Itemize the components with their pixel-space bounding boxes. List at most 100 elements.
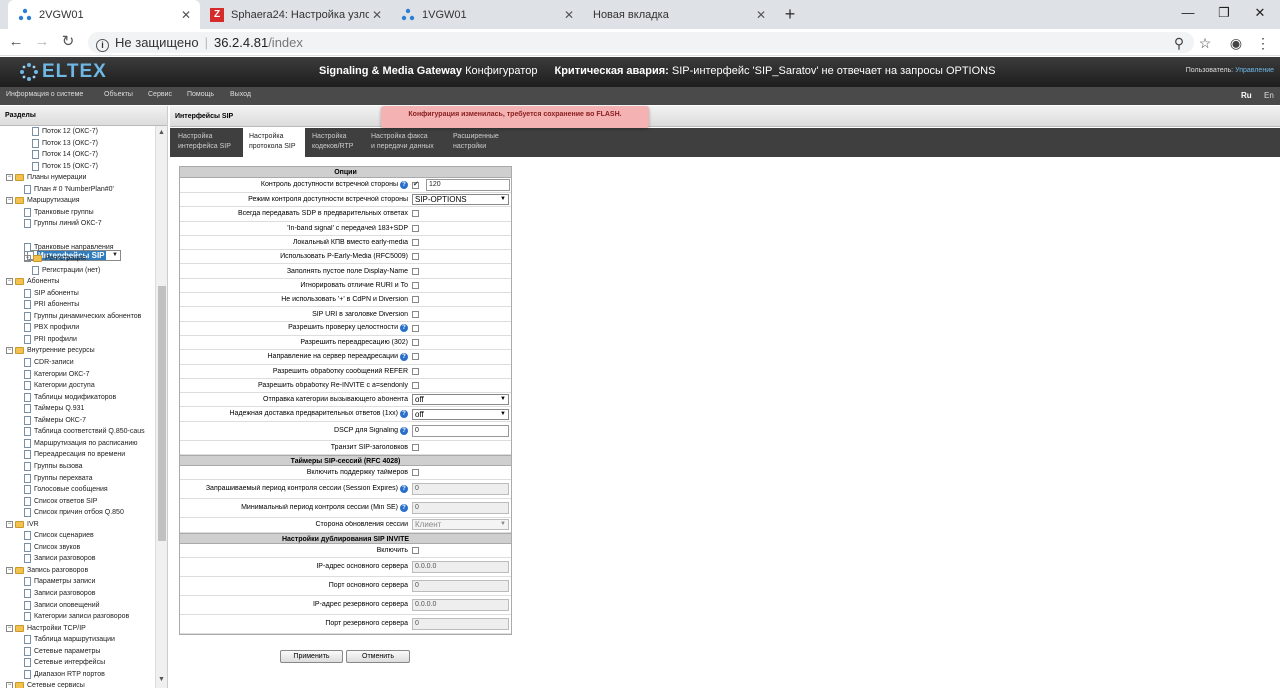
tree-item[interactable]: Группы линий ОКС-7 — [24, 218, 102, 229]
menu-dots-icon[interactable]: ⋮ — [1253, 33, 1273, 53]
text-input[interactable]: 0.0.0.0 — [412, 598, 509, 611]
select-dropdown[interactable]: Клиент — [412, 519, 509, 531]
checkbox[interactable] — [412, 367, 419, 375]
tree-item[interactable]: Таймеры Q.931 — [24, 403, 84, 414]
tree-item[interactable]: Транковые группы — [24, 207, 94, 218]
checkbox[interactable] — [412, 443, 419, 451]
user-name[interactable]: Управление — [1235, 67, 1274, 74]
close-icon[interactable]: ✕ — [178, 8, 194, 22]
select-dropdown[interactable]: off — [412, 394, 509, 406]
scrollbar-thumb[interactable] — [158, 286, 166, 541]
apply-button[interactable]: Применить — [280, 650, 343, 663]
tree-item[interactable]: Поток 15 (ОКС-7) — [32, 161, 98, 172]
tree-item[interactable]: План # 0 'NumberPlan#0' — [24, 184, 114, 195]
tree-item[interactable]: Транковые направления — [24, 242, 114, 253]
checkbox[interactable] — [412, 310, 419, 318]
tree-item[interactable]: PRI абоненты — [24, 299, 79, 310]
tree-item[interactable]: Записи разговоров — [24, 553, 95, 564]
menu-item-objects[interactable]: Объекты — [104, 91, 133, 98]
help-icon[interactable]: ? — [400, 181, 408, 189]
star-icon[interactable]: ☆ — [1195, 33, 1215, 53]
checkbox[interactable] — [412, 180, 419, 189]
select-dropdown[interactable]: off — [412, 408, 509, 420]
tree-item[interactable]: Список причин отбоя Q.850 — [24, 507, 124, 518]
tree-item[interactable]: Категории доступа — [24, 380, 95, 391]
checkbox[interactable] — [412, 339, 419, 347]
tree-folder[interactable]: − Абоненты — [6, 276, 59, 287]
tree-item[interactable]: Таймеры ОКС-7 — [24, 415, 86, 426]
tree-folder[interactable]: − Настройки TCP/IP — [6, 623, 86, 634]
menu-item-system-info[interactable]: Информация о системе — [6, 91, 83, 98]
collapse-icon[interactable]: − — [6, 197, 13, 205]
tree-item[interactable]: Таблица соответствий Q.850-caus — [24, 426, 145, 437]
checkbox[interactable] — [412, 353, 419, 361]
tree-item[interactable]: Сетевые параметры — [24, 646, 100, 657]
help-icon[interactable]: ? — [400, 485, 408, 494]
tree-item[interactable]: Список сценариев — [24, 530, 94, 541]
checkbox[interactable] — [412, 281, 419, 289]
tree-item[interactable]: Таблица маршрутизации — [24, 634, 115, 645]
browser-tab-new[interactable]: Новая вкладка ✕ — [583, 0, 775, 29]
tree-item[interactable]: Записи разговоров — [24, 588, 95, 599]
text-input[interactable]: 0 — [412, 483, 509, 496]
help-icon[interactable]: ? — [400, 426, 408, 435]
collapse-icon[interactable]: − — [6, 624, 13, 632]
checkbox[interactable] — [412, 469, 419, 477]
tab-advanced[interactable]: Расширенные настройки — [447, 128, 511, 157]
help-icon[interactable]: ? — [400, 504, 408, 513]
browser-tab-sphaera[interactable]: Z Sphaera24: Настройка узлов сет ✕ — [200, 0, 391, 29]
help-icon[interactable]: ? — [400, 352, 408, 361]
tree-folder[interactable]: − Планы нумерации — [6, 172, 86, 183]
tree-item[interactable]: PRI профили — [24, 334, 77, 345]
browser-tab-2vgw01[interactable]: 2VGW01 ✕ — [8, 0, 200, 29]
collapse-icon[interactable]: − — [6, 347, 13, 355]
tab-fax-data[interactable]: Настройка факса и передачи данных — [365, 128, 447, 157]
collapse-icon[interactable]: − — [6, 278, 13, 286]
tree-item[interactable]: Диапазон RTP портов — [24, 669, 105, 680]
tree-folder[interactable]: − IVR — [6, 519, 39, 530]
tree-item[interactable]: Группы перехвата — [24, 473, 93, 484]
tree-item[interactable]: SIP абоненты — [24, 288, 79, 299]
collapse-icon[interactable]: − — [6, 174, 13, 182]
menu-item-service[interactable]: Сервис — [148, 91, 172, 98]
tab-sip-protocol[interactable]: Настройка протокола SIP — [243, 128, 305, 157]
reload-icon[interactable]: ↻ — [58, 32, 78, 52]
sidebar-scrollbar[interactable]: ▲ ▼ — [155, 126, 167, 688]
tab-codecs-rtp[interactable]: Настройка кодеков/RTP — [306, 128, 364, 157]
tree-item[interactable]: Таблицы модификаторов — [24, 392, 116, 403]
tree-folder[interactable]: − Регистрация — [24, 253, 86, 264]
tree-item[interactable]: Переадресация по времени — [24, 449, 125, 460]
tree-item[interactable]: Регистрации (нет) — [32, 265, 100, 276]
tree-item[interactable]: Поток 12 (ОКС-7) — [32, 126, 98, 137]
text-input[interactable]: 0 — [412, 502, 509, 515]
checkbox[interactable] — [412, 546, 419, 554]
tab-sip-interface[interactable]: Настройка интерфейса SIP — [172, 128, 242, 157]
tree-item[interactable]: Категории записи разговоров — [24, 611, 129, 622]
checkbox[interactable] — [412, 296, 419, 304]
close-icon[interactable]: ✕ — [561, 8, 577, 22]
text-input[interactable]: 0 — [412, 579, 509, 592]
text-input[interactable]: 120 — [426, 179, 510, 191]
cancel-button[interactable]: Отменить — [346, 650, 410, 663]
collapse-icon[interactable]: − — [6, 566, 13, 574]
menu-item-help[interactable]: Помощь — [187, 91, 214, 98]
tree-item[interactable]: Поток 14 (ОКС-7) — [32, 149, 98, 160]
help-icon[interactable]: ? — [400, 410, 408, 419]
url-input[interactable]: i Не защищено | 36.2.4.81/index — [88, 32, 1194, 53]
tree-item[interactable]: Поток 13 (ОКС-7) — [32, 138, 98, 149]
checkbox[interactable] — [412, 239, 419, 247]
browser-tab-1vgw01[interactable]: 1VGW01 ✕ — [391, 0, 583, 29]
tree-item[interactable]: Записи оповещений — [24, 600, 100, 611]
restore-icon[interactable]: ❐ — [1209, 3, 1239, 23]
checkbox[interactable] — [412, 224, 419, 232]
tree-item[interactable]: Группы вызова — [24, 461, 83, 472]
collapse-icon[interactable]: − — [6, 682, 13, 688]
scroll-up-icon[interactable]: ▲ — [158, 129, 165, 136]
collapse-icon[interactable]: − — [6, 520, 13, 528]
tree-folder[interactable]: − Маршрутизация — [6, 195, 80, 206]
tree-item[interactable]: CDR-записи — [24, 357, 74, 368]
collapse-icon[interactable]: − — [24, 255, 31, 263]
tree-item[interactable]: Параметры записи — [24, 576, 95, 587]
menu-item-exit[interactable]: Выход — [230, 91, 251, 98]
lang-ru[interactable]: Ru — [1241, 91, 1252, 100]
